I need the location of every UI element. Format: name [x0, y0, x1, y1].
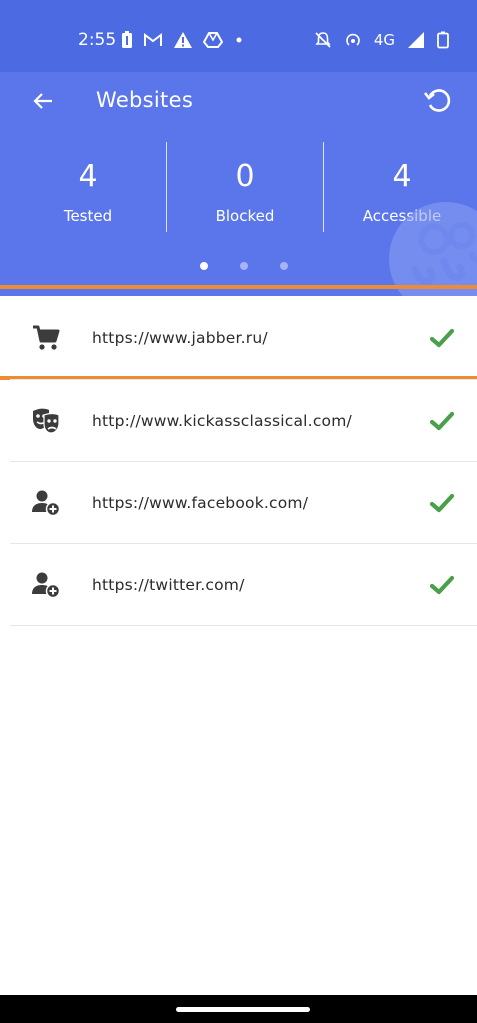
stat-value: 4 [78, 159, 98, 194]
refresh-button[interactable] [419, 81, 457, 119]
page-title: Websites [96, 88, 194, 112]
navigation-bar [0, 995, 477, 1023]
website-url: http://www.kickassclassical.com/ [92, 411, 352, 430]
status-time: 2:55 [78, 30, 117, 50]
drive-icon [203, 32, 223, 48]
list-item[interactable]: https://www.facebook.com/ [10, 462, 477, 544]
status-right-icons: 4G [314, 29, 449, 51]
mute-icon [315, 32, 331, 48]
battery-saver-icon [122, 31, 132, 48]
check-icon [429, 572, 455, 598]
home-indicator[interactable] [176, 1007, 310, 1012]
warning-icon [174, 32, 192, 48]
check-icon [429, 408, 455, 434]
theater-masks-icon [30, 405, 62, 437]
check-icon [429, 490, 455, 516]
website-url: https://www.jabber.ru/ [92, 328, 268, 347]
page-dot-active[interactable] [199, 262, 208, 270]
page-dot[interactable] [279, 262, 288, 270]
network-type: 4G [373, 31, 395, 49]
user-plus-icon [30, 569, 62, 601]
battery-icon [437, 31, 449, 49]
stat-tested: 4 Tested [10, 140, 166, 232]
user-plus-icon [30, 487, 62, 519]
stat-value: 0 [235, 159, 255, 194]
check-icon [429, 325, 455, 351]
stat-blocked: 0 Blocked [167, 140, 323, 232]
hotspot-icon [346, 33, 360, 46]
signal-icon [408, 32, 424, 48]
dot-icon [236, 37, 242, 43]
list-item[interactable]: https://www.jabber.ru/ [10, 296, 477, 380]
octopus-mascot-icon [388, 201, 477, 296]
page-dot[interactable] [239, 262, 248, 270]
website-list: https://www.jabber.ru/ http://www.kickas… [10, 296, 477, 626]
gmail-icon [144, 33, 162, 46]
back-button[interactable] [26, 84, 60, 118]
status-left-icons [121, 29, 245, 51]
list-item[interactable]: http://www.kickassclassical.com/ [10, 380, 477, 462]
header: Websites 4 Tested 0 Blocked 4 Accessible [0, 72, 477, 296]
list-item[interactable]: https://twitter.com/ [10, 544, 477, 626]
website-url: https://twitter.com/ [92, 575, 245, 594]
refresh-icon [423, 89, 451, 112]
highlight-line-top [0, 285, 477, 289]
status-bar: 2:55 4G [0, 0, 477, 72]
arrow-back-icon [33, 93, 52, 109]
website-url: https://www.facebook.com/ [92, 493, 309, 512]
stat-label: Tested [63, 207, 113, 225]
shopping-cart-icon [30, 322, 62, 354]
stat-value: 4 [392, 159, 412, 194]
stat-label: Blocked [215, 207, 275, 225]
screen: 2:55 4G Websites 4 Tested 0 Blocked 4 Ac… [0, 0, 477, 1023]
